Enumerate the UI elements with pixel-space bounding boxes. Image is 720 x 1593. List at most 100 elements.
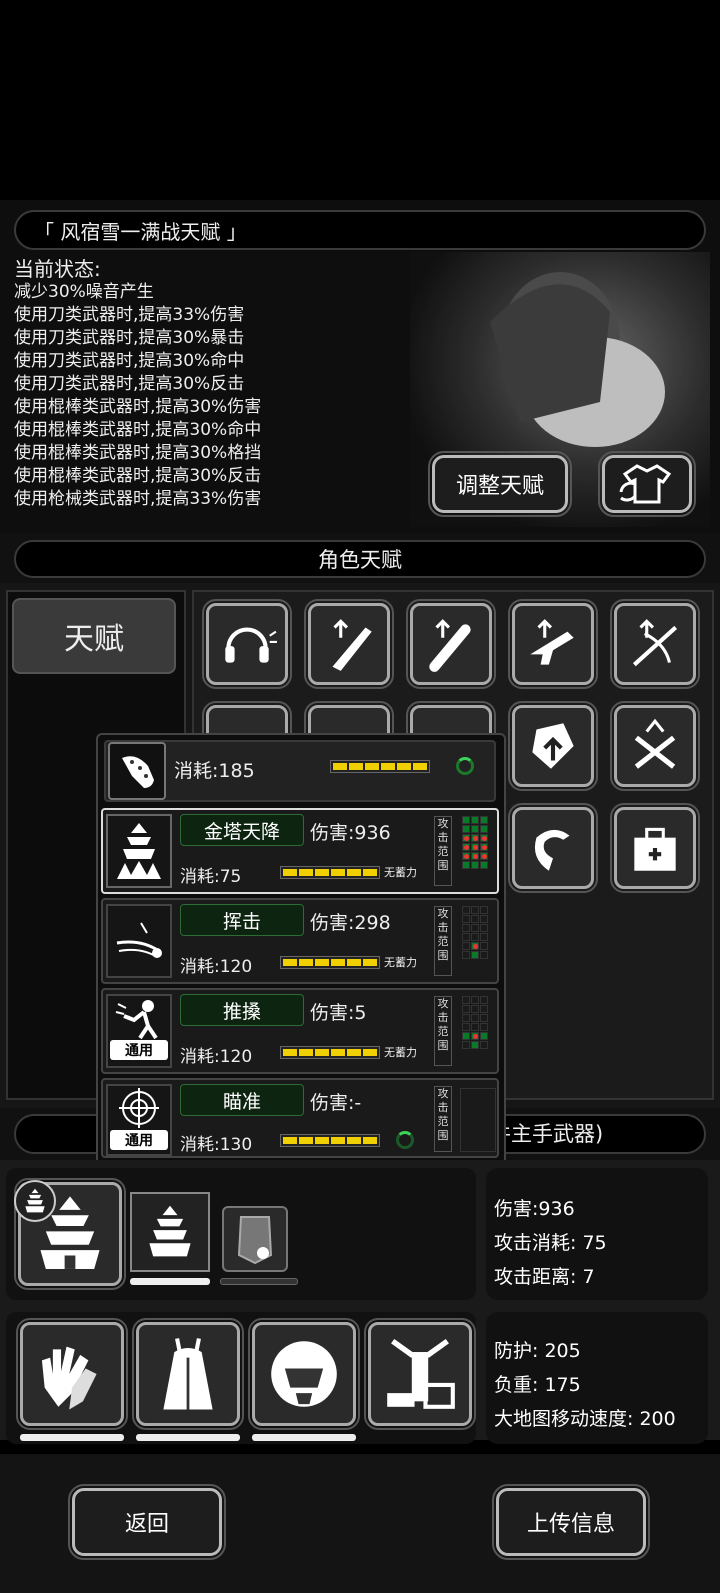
grasp-icon: [534, 829, 570, 871]
skill-icon: [108, 742, 166, 800]
shield-up-icon: [532, 723, 574, 769]
talent-slot[interactable]: [508, 599, 598, 689]
tower-mini-icon: [25, 1188, 45, 1213]
map-move-speed: 大地图移动速度: 200: [494, 1408, 676, 1430]
gloves-slot[interactable]: [16, 1318, 128, 1430]
push-icon: [115, 1000, 158, 1040]
status-line: 减少30%噪音产生: [14, 282, 154, 302]
skill-charge: 无蓄力: [384, 956, 417, 969]
skill-name: 金塔天降: [180, 814, 304, 846]
status-line: 使用棍棒类武器时,提高30%命中: [14, 420, 262, 440]
range-grid: [460, 1088, 496, 1152]
generic-badge: 通用: [110, 1130, 168, 1150]
skill-icon: 通用: [106, 994, 172, 1068]
weapon-attack-cost: 攻击消耗: 75: [494, 1232, 607, 1254]
skill-icon: 通用: [106, 1084, 172, 1156]
page-title: 「 风宿雪一满战天赋 」: [14, 210, 706, 250]
durability-bar: [130, 1278, 210, 1285]
riot-shield-icon: [237, 1216, 273, 1265]
adjust-talent-button[interactable]: 调整天赋: [428, 451, 572, 517]
skill-cost: 消耗:130: [180, 1135, 253, 1155]
weapon-attack-range: 攻击距离: 7: [494, 1266, 595, 1288]
talent-slot[interactable]: [304, 599, 394, 689]
status-text: 当前状态: 减少30%噪音产生 使用刀类武器时,提高33%伤害 使用刀类武器时,…: [14, 258, 261, 511]
armor-load: 负重: 175: [494, 1374, 581, 1396]
offhand-slot[interactable]: [222, 1206, 288, 1272]
range-label: 攻击范围: [434, 1086, 452, 1152]
golden-tower-icon: [117, 823, 161, 879]
skill-name: 瞄准: [180, 1084, 304, 1116]
skill-cost-bar: [280, 866, 380, 879]
talent-slot[interactable]: [508, 803, 598, 893]
skill-cost-bar: [280, 956, 380, 969]
range-label: 攻击范围: [434, 996, 452, 1066]
range-grid: [462, 996, 488, 1049]
crossbow-up-icon: [632, 619, 678, 667]
gloves-icon: [41, 1346, 97, 1410]
equipped-badge: [14, 1180, 56, 1222]
skill-cost-bar: [280, 1046, 380, 1059]
boot-icon: [122, 756, 154, 788]
durability-bar: [220, 1278, 298, 1285]
talent-slot[interactable]: [610, 599, 700, 689]
skill-name: 推搡: [180, 994, 304, 1026]
talent-slot[interactable]: [202, 599, 292, 689]
cooldown-ring: [396, 1131, 414, 1149]
skill-icon: [106, 904, 172, 978]
range-label: 攻击范围: [434, 816, 452, 886]
backpack-slot[interactable]: [364, 1318, 476, 1430]
status-line: 使用刀类武器时,提高30%暴击: [14, 328, 245, 348]
talent-section-title: 角色天赋: [14, 540, 706, 578]
medkit-up-icon: [634, 827, 676, 871]
skill-top-cost: 消耗:185: [174, 760, 255, 782]
headphones-icon: [225, 627, 277, 663]
cooldown-ring: [456, 757, 474, 775]
talent-slot[interactable]: [406, 599, 496, 689]
blade-up-icon: [332, 619, 372, 671]
skill-cost: 消耗:120: [180, 1047, 253, 1067]
armor-defense: 防护: 205: [494, 1340, 581, 1362]
talent-slot[interactable]: [508, 701, 598, 791]
range-grid: [462, 906, 488, 959]
durability-bar: [252, 1434, 356, 1441]
club-up-icon: [429, 619, 471, 672]
gun-up-icon: [530, 619, 574, 665]
weapon-slot[interactable]: [130, 1192, 210, 1272]
talent-slot[interactable]: [610, 803, 700, 893]
back-button[interactable]: 返回: [68, 1484, 226, 1560]
crosshair-icon: [119, 1088, 159, 1128]
skill-icon: [106, 814, 172, 888]
golden-tower-icon: [149, 1205, 191, 1257]
skill-damage: 伤害:298: [310, 912, 391, 934]
tab-talent[interactable]: 天赋: [12, 598, 176, 674]
coat-slot[interactable]: [132, 1318, 244, 1430]
skill-cost: 消耗:75: [180, 867, 242, 887]
status-line: 使用枪械类武器时,提高33%伤害: [14, 489, 262, 509]
status-line: 使用刀类武器时,提高30%命中: [14, 351, 245, 371]
hooded-coat-icon: [163, 1338, 213, 1410]
skill-charge: 无蓄力: [384, 866, 417, 879]
skill-damage: 伤害:-: [310, 1092, 362, 1114]
range-grid: [462, 816, 488, 869]
durability-bar: [20, 1434, 124, 1441]
skill-name: 挥击: [180, 904, 304, 936]
range-label: 攻击范围: [434, 906, 452, 976]
helmet-slot[interactable]: [248, 1318, 360, 1430]
durability-bar: [136, 1434, 240, 1441]
swing-icon: [116, 922, 162, 958]
skill-top-bar: [330, 760, 430, 773]
skill-damage: 伤害:5: [310, 1002, 367, 1024]
upload-info-button[interactable]: 上传信息: [492, 1484, 650, 1560]
weapon-damage: 伤害:936: [494, 1198, 575, 1220]
status-line: 使用刀类武器时,提高30%反击: [14, 374, 245, 394]
crossed-swords-icon: [634, 718, 676, 769]
skill-damage: 伤害:936: [310, 822, 391, 844]
talent-slot[interactable]: [610, 701, 700, 791]
skill-cost: 消耗:120: [180, 957, 253, 977]
skill-cost-bar: [280, 1134, 380, 1147]
status-line: 使用棍棒类武器时,提高30%格挡: [14, 443, 262, 463]
change-outfit-button[interactable]: [598, 451, 696, 517]
status-line: 使用刀类武器时,提高33%伤害: [14, 305, 245, 325]
shirt-swap-icon: [619, 464, 672, 504]
status-heading: 当前状态:: [14, 257, 101, 281]
